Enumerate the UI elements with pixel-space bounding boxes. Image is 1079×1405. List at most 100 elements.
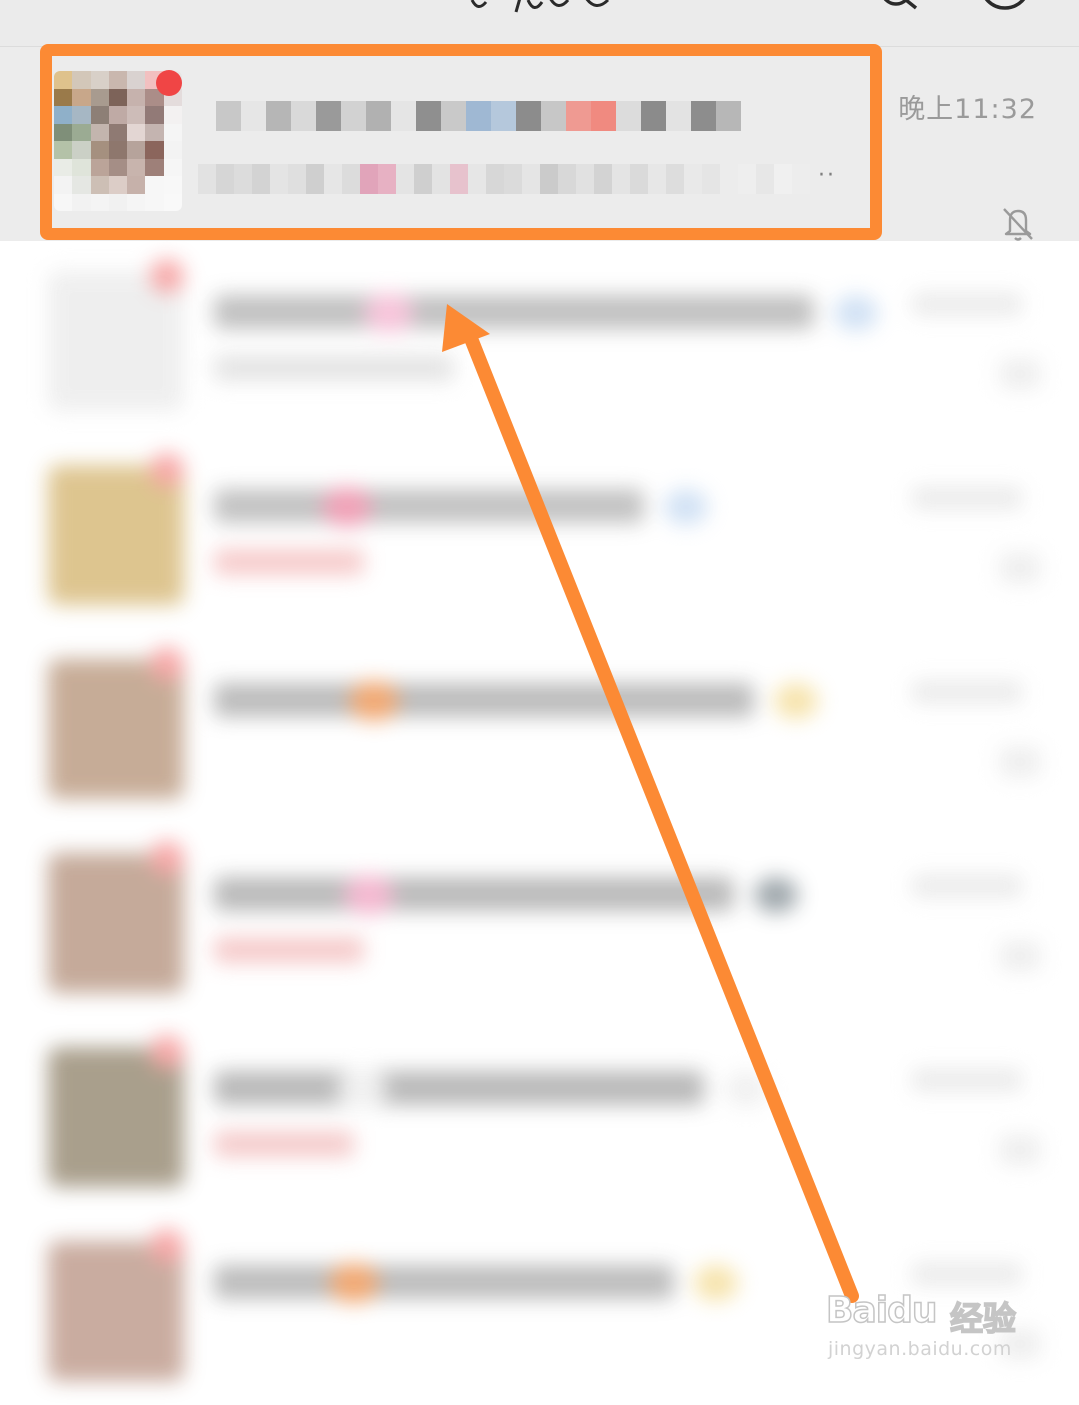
redacted-name-pixel	[241, 101, 266, 131]
watermark-logo: Baidu	[825, 1289, 938, 1332]
redacted-preview-pixel	[504, 164, 522, 194]
redacted-name-pixel	[691, 101, 716, 131]
chat-timestamp: 晚上11:32	[898, 94, 1037, 125]
watermark-url: jingyan.baidu.com	[828, 1338, 1012, 1360]
search-icon[interactable]	[880, 0, 924, 12]
chat-row-blurred[interactable]	[0, 823, 1079, 1017]
chat-timestamp-blurred	[912, 681, 1022, 703]
unread-badge-blurred	[150, 841, 184, 875]
emoji-blurred	[664, 489, 708, 525]
avatar-pixel	[72, 176, 91, 194]
emoji-blurred	[774, 683, 818, 719]
avatar-pixel	[108, 176, 128, 194]
redacted-name-pixel	[266, 101, 291, 131]
chat-preview-blurred	[214, 549, 364, 575]
avatar-pixel	[90, 71, 109, 89]
redacted-name-pixel	[641, 101, 666, 131]
avatar-pixel	[54, 88, 73, 106]
avatar-pixel	[145, 106, 164, 124]
redacted-preview-pixel	[414, 164, 432, 194]
redacted-name-pixel	[441, 101, 466, 131]
avatar-pixel	[54, 158, 73, 176]
redacted-name-pixel	[316, 101, 341, 131]
redacted-preview-pixel	[630, 164, 648, 194]
chat-row-pinned[interactable]: ·· 晚上11:32	[0, 47, 1079, 241]
redacted-name-pixel	[666, 101, 691, 131]
redacted-name-pixel	[541, 101, 566, 131]
avatar-pixel	[145, 158, 164, 176]
watermark-cn: 经验	[949, 1298, 1017, 1339]
avatar-pixel	[163, 193, 182, 211]
chat-preview-blurred	[214, 355, 454, 381]
redacted-preview-pixel	[648, 164, 666, 194]
avatar-pixel	[163, 123, 182, 141]
avatar-pixel	[108, 193, 128, 211]
redacted-name-pixel	[716, 101, 741, 131]
chat-name-blurred	[214, 295, 814, 329]
avatar-pixel	[163, 176, 182, 194]
redacted-preview-pixel	[702, 164, 720, 194]
avatar-pixel	[54, 141, 73, 159]
avatar-pixel	[127, 106, 146, 124]
avatar-pixel	[163, 158, 182, 176]
avatar-pixel	[54, 193, 73, 211]
redacted-preview-pixel	[756, 164, 774, 194]
redacted-preview-pixel	[270, 164, 288, 194]
redacted-preview-pixel	[324, 164, 342, 194]
chat-preview-blurred	[214, 1131, 354, 1157]
avatar-pixel	[127, 141, 146, 159]
redacted-preview-pixel	[396, 164, 414, 194]
redacted-name-pixel	[516, 101, 541, 131]
baidu-jingyan-watermark: Baidu 经验 jingyan.baidu.com	[825, 1268, 1026, 1368]
redacted-preview-pixel	[594, 164, 612, 194]
mute-bell-icon	[1003, 208, 1033, 241]
redacted-preview-pixel	[252, 164, 270, 194]
redacted-preview-pixel	[738, 164, 756, 194]
redacted-name-pixel	[566, 101, 591, 131]
redacted-preview-pixel	[432, 164, 450, 194]
avatar-pixel	[108, 88, 128, 106]
redacted-name-pixel	[591, 101, 616, 131]
chat-row-blurred[interactable]	[0, 241, 1079, 435]
avatar-pixel	[145, 176, 164, 194]
chat-preview-redacted	[198, 159, 818, 199]
avatar-pixel	[108, 141, 128, 159]
page-title-fragment	[470, 0, 610, 13]
redacted-preview-pixel	[666, 164, 684, 194]
redacted-preview-pixel	[288, 164, 306, 194]
avatar-pixel	[90, 158, 109, 176]
redacted-name-pixel	[491, 101, 516, 131]
redacted-name-pixel	[466, 101, 491, 131]
avatar-pixel	[90, 123, 109, 141]
chat-row-blurred[interactable]	[0, 1017, 1079, 1211]
chat-row-blurred[interactable]	[0, 629, 1079, 823]
avatar-pixel	[108, 106, 128, 124]
emoji-blurred	[344, 875, 394, 915]
redacted-name-pixel	[616, 101, 641, 131]
add-circle-icon[interactable]	[978, 0, 1032, 12]
mute-bell-icon-blurred	[1000, 941, 1040, 971]
emoji-blurred	[694, 1265, 738, 1301]
avatar-pixel	[72, 123, 91, 141]
avatar-pixel	[90, 106, 109, 124]
avatar-pixel	[72, 88, 91, 106]
redacted-preview-pixel	[522, 164, 540, 194]
avatar-pixel	[54, 176, 73, 194]
redacted-name-pixel	[216, 101, 241, 131]
redacted-preview-pixel	[720, 164, 738, 194]
redacted-name-pixel	[391, 101, 416, 131]
avatar-pixel	[54, 71, 73, 89]
avatar-pixel	[127, 71, 146, 89]
chat-list: ·· 晚上11:32	[0, 47, 1079, 1405]
chat-row-blurred[interactable]	[0, 435, 1079, 629]
redacted-preview-pixel	[486, 164, 504, 194]
redacted-preview-pixel	[378, 164, 396, 194]
chat-preview-blurred	[214, 937, 364, 963]
emoji-blurred	[329, 1263, 379, 1303]
redacted-preview-pixel	[234, 164, 252, 194]
mute-bell-icon-blurred	[1000, 553, 1040, 583]
emoji-blurred	[834, 295, 878, 331]
redacted-preview-pixel	[198, 164, 216, 194]
avatar-pixel	[90, 88, 109, 106]
unread-badge-blurred	[150, 1035, 184, 1069]
